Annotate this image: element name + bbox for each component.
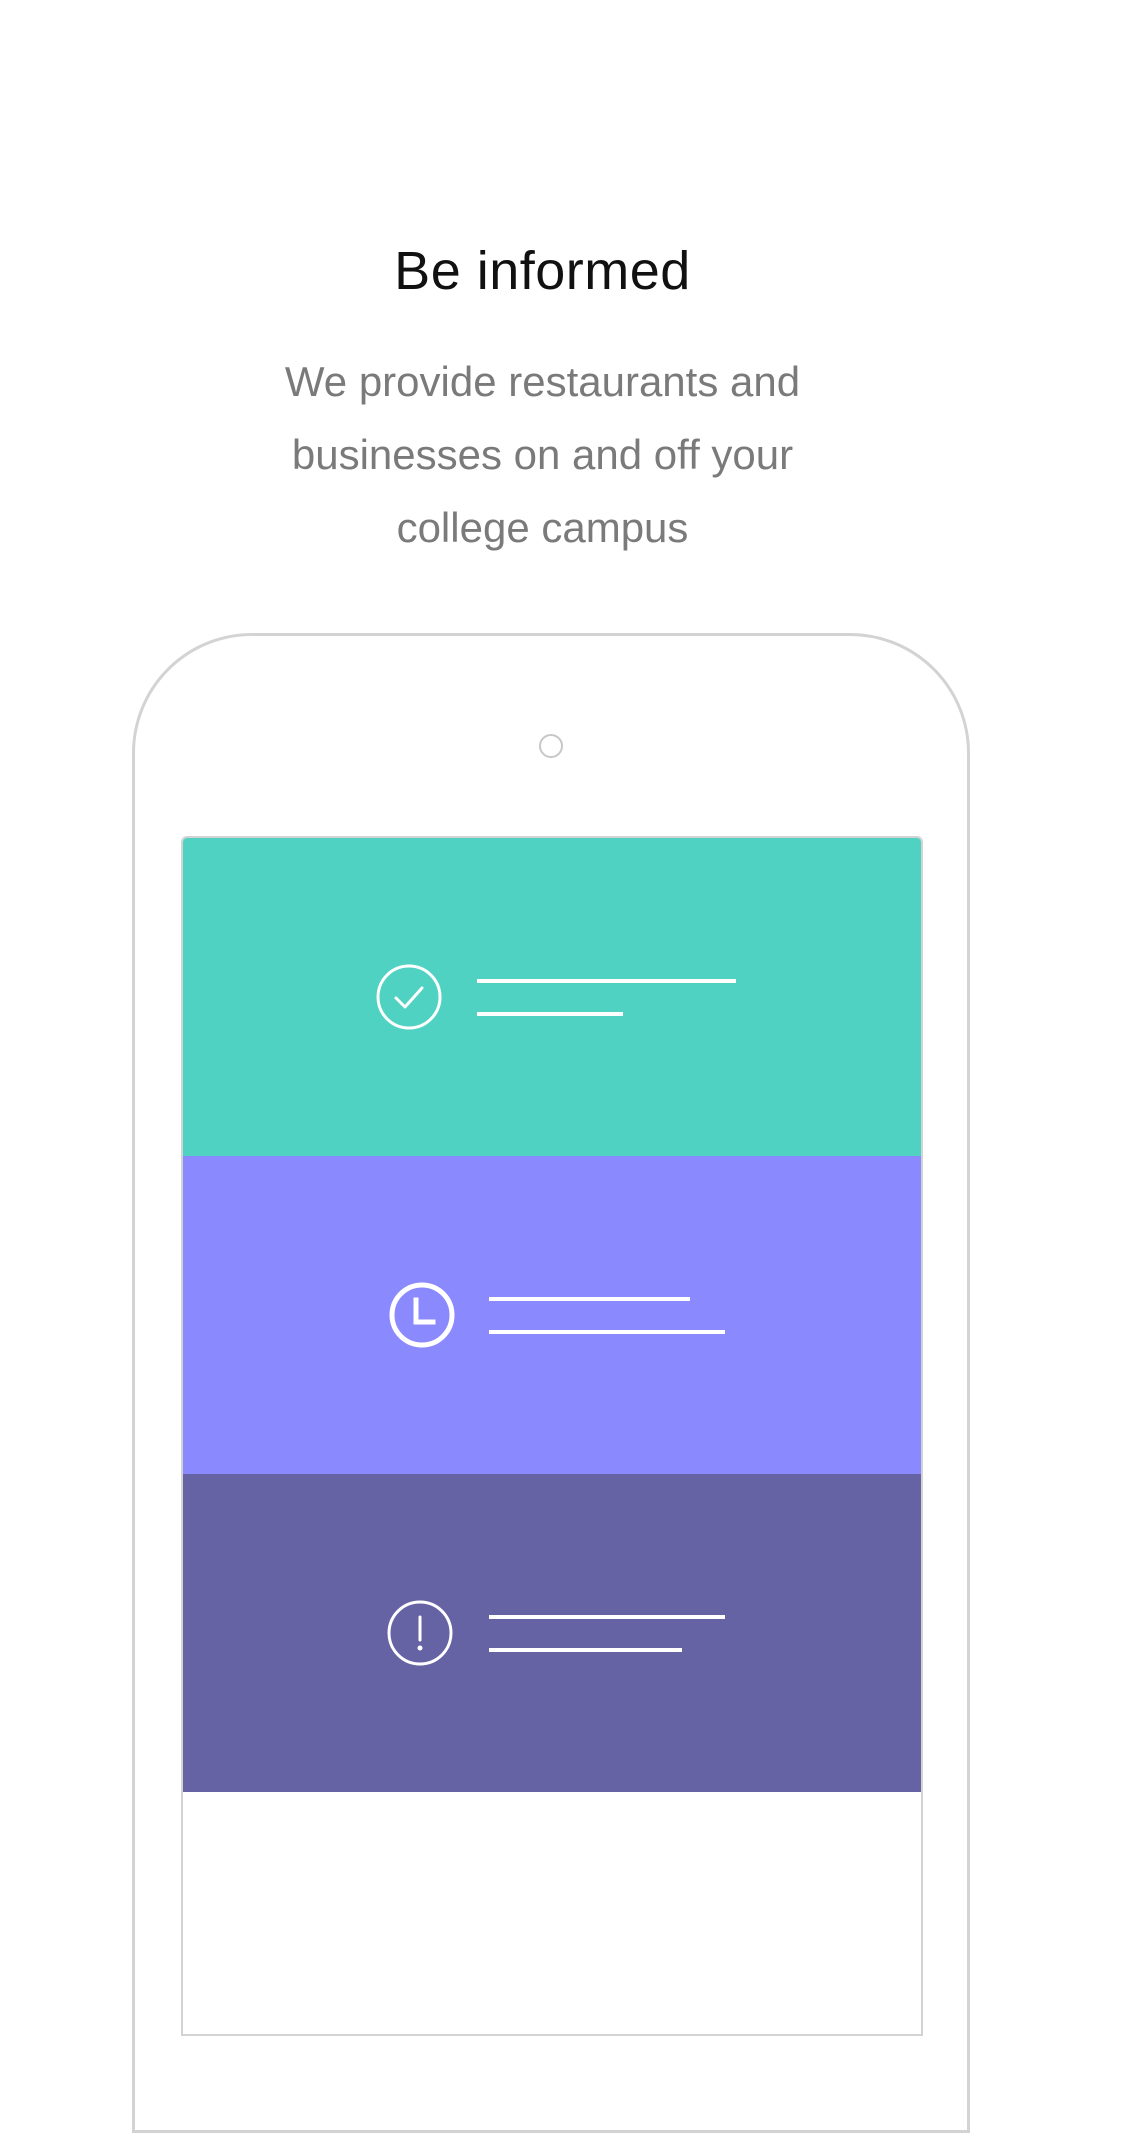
description-line: We provide restaurants and (284, 358, 801, 405)
phone-camera (539, 734, 563, 758)
check-circle-icon (376, 964, 442, 1030)
placeholder-text-line (489, 1297, 690, 1301)
description-line: businesses on and off your (291, 431, 794, 478)
page-description: We provide restaurants and businesses on… (0, 345, 1085, 564)
alert-circle-icon (387, 1600, 453, 1666)
notification-card-success (183, 838, 921, 1156)
placeholder-text-line (489, 1330, 725, 1334)
phone-screen (181, 836, 923, 2036)
clock-icon (389, 1282, 455, 1348)
notification-card-pending (183, 1156, 921, 1474)
placeholder-text-line (489, 1648, 682, 1652)
page-title: Be informed (394, 241, 691, 301)
placeholder-text-line (477, 979, 736, 983)
placeholder-text-line (489, 1615, 725, 1619)
notification-card-alert (183, 1474, 921, 1792)
description-line: college campus (396, 504, 689, 551)
placeholder-text-line (477, 1012, 623, 1016)
